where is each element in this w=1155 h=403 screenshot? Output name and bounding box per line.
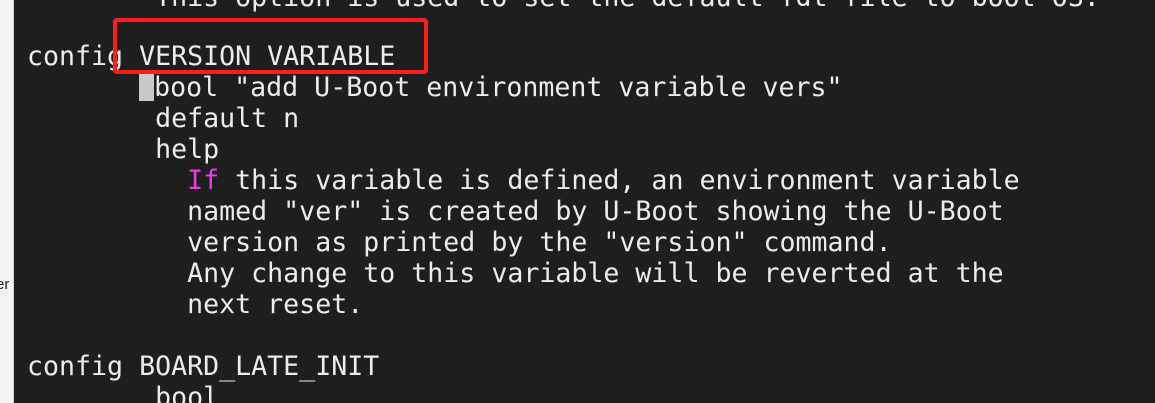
text-cursor [139,74,155,101]
code-line-help-1: If this variable is defined, an environm… [27,165,1020,196]
code-line-1: This option is used to set the default f… [27,0,1100,13]
config-board-late-init-line: config BOARD_LATE_INIT [27,351,380,382]
help-text-1: this variable is defined, an environment… [219,165,1020,196]
code-line-bool-2: bool [27,382,220,403]
bool-statement: bool "add U-Boot environment variable ve… [154,72,843,103]
keyword-if: If [187,165,220,196]
help-indent [27,165,187,196]
code-line-bool: bool "add U-Boot environment variable ve… [27,72,843,103]
leading-indent [27,72,139,103]
code-line-help-5: next reset. [27,289,364,320]
left-panel-edge: er [0,0,14,403]
code-line-help-2: named "ver" is created by U-Boot showing… [27,196,1004,227]
code-line-help-3: version as printed by the "version" comm… [27,227,892,258]
left-panel-text-fragment: er [0,276,10,293]
code-line-help: help [27,134,220,165]
red-highlight-box [113,18,428,74]
code-line-default: default n [27,103,300,134]
terminal-view[interactable]: This option is used to set the default f… [14,0,1155,403]
code-line-help-4: Any change to this variable will be reve… [27,258,1004,289]
